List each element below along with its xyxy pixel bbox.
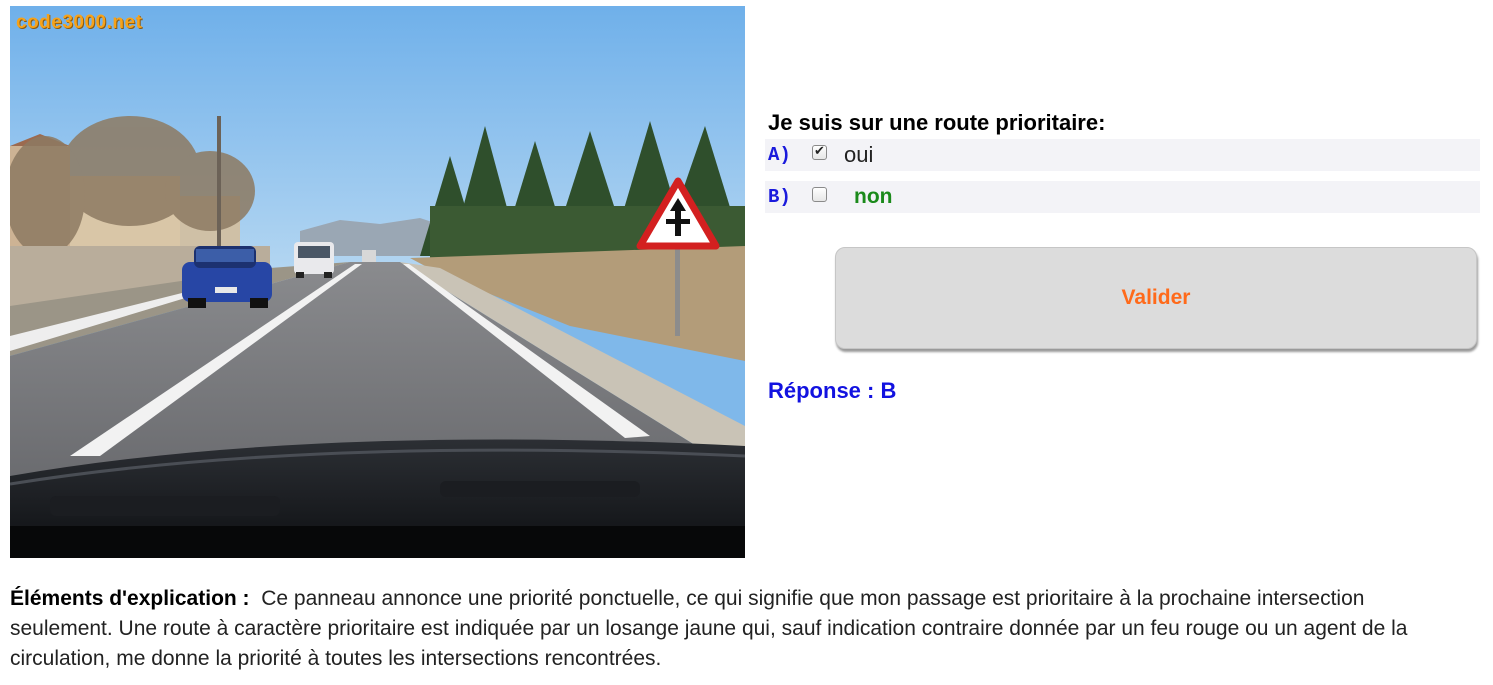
answer-letter: A) — [768, 144, 791, 166]
explanation-label: Éléments d'explication : — [10, 587, 250, 610]
white-van — [294, 242, 334, 278]
answer-a-label: oui — [844, 142, 874, 167]
validate-button[interactable]: Valider — [835, 247, 1477, 349]
question-text: Je suis sur une route prioritaire: — [768, 110, 1106, 135]
explanation-block: Éléments d'explication : Ce panneau anno… — [10, 584, 1470, 674]
answer-option-a[interactable]: A) oui — [765, 139, 1480, 171]
question-photo: code3000.net — [10, 6, 745, 558]
answer-letter: B) — [768, 186, 791, 208]
answer-b-label: non — [854, 185, 893, 208]
answer-option-b[interactable]: B) non — [765, 181, 1480, 213]
answer-result: Réponse : B — [768, 378, 897, 403]
road-scene-photo — [10, 6, 745, 558]
answer-b-checkbox[interactable] — [812, 186, 827, 202]
answer-a-checkbox[interactable] — [812, 143, 827, 160]
watermark-logo: code3000.net — [16, 12, 143, 33]
